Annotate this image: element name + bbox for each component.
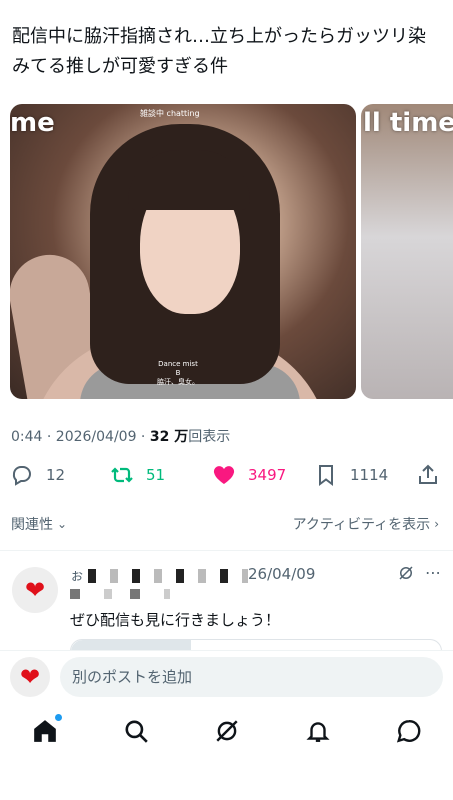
tab-messages[interactable] [394, 716, 424, 746]
bell-icon [306, 722, 330, 742]
reply-icons: ⋯ [397, 563, 441, 582]
chevron-right-icon: › [434, 517, 439, 531]
action-bar: 12 51 3497 1114 [0, 456, 453, 496]
post-text: 配信中に脇汗指摘され…立ち上がったらガッツリ染みてる推しが可愛すぎる件 [12, 26, 426, 77]
grok-icon[interactable] [397, 564, 415, 582]
reply-sort-row: 関連性 ⌄ アクティビティを表示 › [0, 508, 453, 538]
media-sub-caption: Dance mist B 脇汗、臭女。 [148, 360, 208, 387]
view-activity-link[interactable]: アクティビティを表示 › [293, 514, 439, 534]
media-carousel[interactable]: me 雑談中 chatting Dance mist B 脇汗、臭女。 ll t… [10, 104, 453, 400]
view-count: 32 万 [149, 429, 189, 445]
redacted-name [70, 589, 170, 599]
tab-search[interactable] [121, 716, 151, 746]
share-button[interactable] [416, 462, 440, 488]
avatar[interactable]: ❤ [12, 567, 58, 613]
media-image-2[interactable]: ll time [361, 104, 453, 399]
share-icon [419, 464, 437, 484]
composer-avatar: ❤ [10, 657, 50, 697]
bottom-tab-bar [0, 702, 453, 762]
repost-icon [111, 467, 133, 483]
more-icon[interactable]: ⋯ [425, 563, 441, 582]
redacted-handle [88, 569, 249, 583]
media-image-1[interactable]: me 雑談中 chatting Dance mist B 脇汗、臭女。 [10, 104, 356, 399]
reply-item[interactable]: ❤ ぉ 26/04/09 ⋯ ぜひ配信も見に行きましょう！ [0, 550, 453, 653]
post-meta: 0:44 · 2026/04/09 · 32 万回表示 [11, 426, 230, 446]
media-small-caption: 雑談中 chatting [140, 109, 200, 118]
add-post-input[interactable] [60, 657, 443, 697]
bookmark-count: 1114 [350, 466, 389, 484]
heart-avatar-icon: ❤ [19, 663, 41, 691]
reply-button[interactable]: 12 [10, 462, 65, 488]
sub-caption-line-3: 脇汗、臭女。 [157, 378, 199, 386]
reply-icon [12, 466, 31, 486]
reply-date: 26/04/09 [248, 565, 316, 583]
message-icon [396, 720, 421, 743]
sub-caption-line-2: B [175, 369, 181, 377]
repost-button[interactable]: 51 [110, 462, 165, 488]
media-overlay-text: me [10, 108, 55, 138]
heart-icon [213, 466, 235, 484]
repost-count: 51 [146, 466, 166, 484]
bookmark-icon [319, 465, 333, 486]
views-label: 回表示 [188, 429, 231, 445]
chevron-down-icon: ⌄ [57, 517, 68, 531]
reply-count: 12 [46, 466, 66, 484]
sub-caption-line-1: Dance mist [158, 360, 198, 368]
reply-text: ぜひ配信も見に行きましょう！ [70, 611, 281, 629]
bookmark-button[interactable]: 1114 [314, 462, 388, 488]
grok-icon [216, 720, 238, 742]
tab-notifications[interactable] [303, 716, 333, 746]
reply-author[interactable]: ぉ [70, 565, 370, 585]
heart-avatar-icon: ❤ [24, 576, 46, 604]
reply-author-name: ぉ [70, 568, 84, 584]
notification-dot [55, 714, 62, 721]
activity-label: アクティビティを表示 [292, 517, 431, 533]
like-button[interactable]: 3497 [212, 462, 286, 488]
sort-label: 関連性 [11, 517, 53, 533]
post-timestamp: 0:44 · 2026/04/09 · [11, 429, 150, 445]
sort-dropdown[interactable]: 関連性 ⌄ [11, 514, 67, 534]
home-icon [34, 720, 56, 742]
tab-grok[interactable] [212, 716, 242, 746]
tab-home[interactable] [30, 714, 62, 746]
search-icon [125, 720, 148, 743]
reply-composer: ❤ [0, 650, 453, 702]
media-overlay-text-2: ll time [363, 108, 453, 138]
like-count: 3497 [248, 466, 287, 484]
